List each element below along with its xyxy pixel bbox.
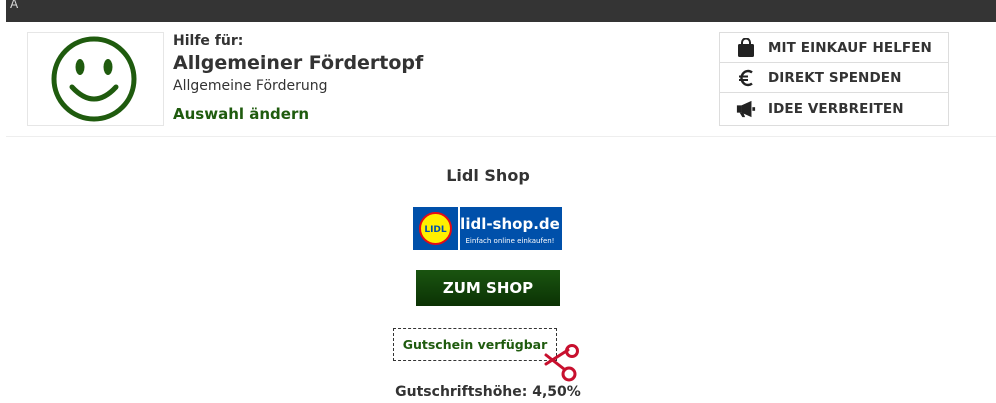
change-selection-link[interactable]: Auswahl ändern xyxy=(173,105,309,123)
scissors-icon xyxy=(544,344,579,382)
shopping-bag-icon xyxy=(736,37,756,58)
lidl-logo-mark: LIDL xyxy=(424,225,447,235)
project-title: Allgemeiner Fördertopf xyxy=(173,52,424,74)
action-menu: MIT EINKAUF HELFEN DIREKT SPENDEN IDEE V… xyxy=(719,32,949,126)
top-bar-glyph: A xyxy=(10,0,19,11)
coupon-label: Gutschein verfügbar xyxy=(402,337,548,352)
spread-idea-button[interactable]: IDEE VERBREITEN xyxy=(720,93,948,125)
credit-rate: Gutschriftshöhe: 4,50% xyxy=(395,384,581,400)
shop-to-help-label: MIT EINKAUF HELFEN xyxy=(768,39,932,56)
shop-title: Lidl Shop xyxy=(446,166,530,185)
lidl-logo-domain: lidl-shop.de xyxy=(460,215,560,233)
smiley-face-icon xyxy=(51,36,137,122)
lidl-logo-tagline: Einfach online einkaufen! xyxy=(465,237,554,245)
top-bar: A xyxy=(6,0,996,22)
help-label: Hilfe für: xyxy=(173,33,244,49)
euro-icon xyxy=(736,68,756,88)
header: Hilfe für: Allgemeiner Fördertopf Allgem… xyxy=(6,22,996,137)
donate-directly-button[interactable]: DIREKT SPENDEN xyxy=(720,63,948,93)
to-shop-button[interactable]: ZUM SHOP xyxy=(416,270,560,306)
coupon-available-badge[interactable]: Gutschein verfügbar xyxy=(393,328,557,361)
project-subtitle: Allgemeine Förderung xyxy=(173,78,328,94)
shop-to-help-button[interactable]: MIT EINKAUF HELFEN xyxy=(720,33,948,63)
megaphone-icon xyxy=(736,99,756,119)
donate-directly-label: DIREKT SPENDEN xyxy=(768,69,902,86)
spread-idea-label: IDEE VERBREITEN xyxy=(768,101,904,117)
lidl-shop-logo[interactable]: LIDL lidl-shop.de Einfach online einkauf… xyxy=(413,207,562,250)
project-logo xyxy=(27,32,164,126)
